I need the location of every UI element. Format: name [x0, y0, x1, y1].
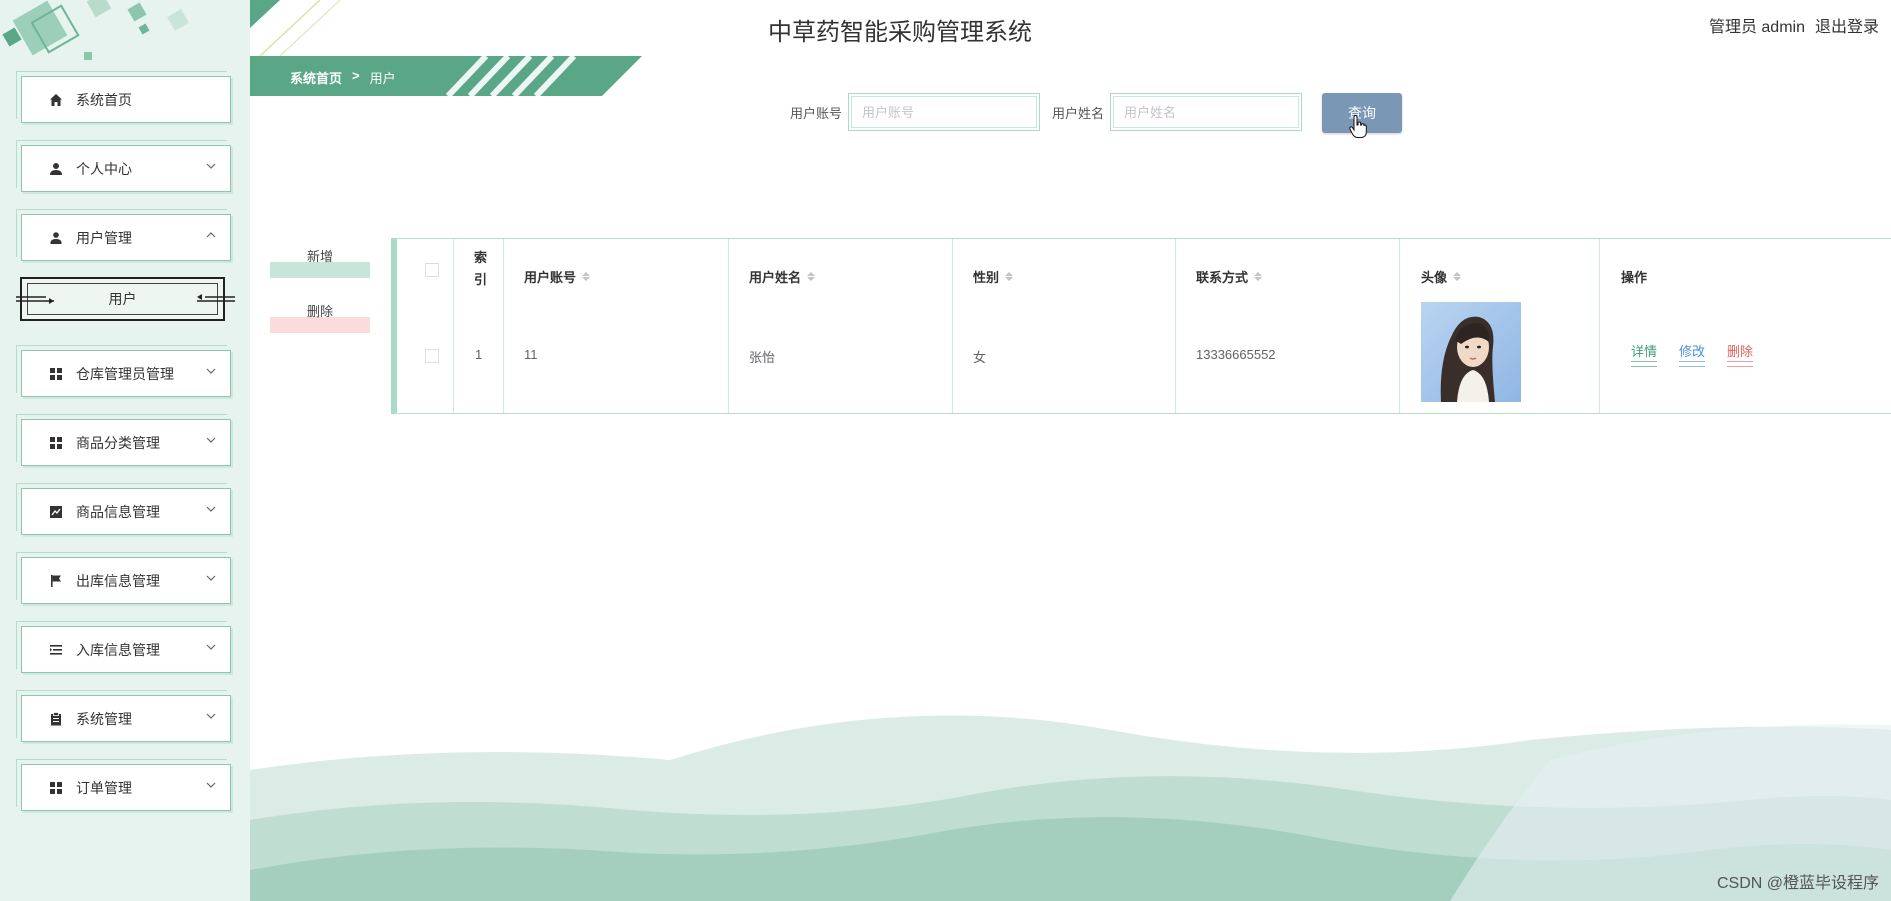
sidebar-item-label: 商品分类管理: [76, 434, 160, 451]
user-icon: [48, 230, 64, 246]
select-all-checkbox[interactable]: [425, 263, 439, 277]
row-checkbox[interactable]: [425, 349, 439, 363]
sidebar-item-system[interactable]: 系统管理: [16, 690, 231, 742]
col-ops: 操作 详情 修改 删除: [1600, 239, 1891, 413]
sidebar-item-label: 订单管理: [76, 779, 132, 796]
chevron-down-icon: [206, 163, 216, 169]
page-title: 中草药智能采购管理系统: [768, 19, 1032, 46]
col-name: 用户姓名 张怡: [729, 239, 953, 413]
chevron-down-icon: [206, 713, 216, 719]
grid-icon: [48, 780, 64, 796]
sidebar-item-outbound[interactable]: 出库信息管理: [16, 552, 231, 604]
admin-label: 管理员 admin: [1708, 19, 1805, 36]
breadcrumb-current: 用户: [369, 71, 396, 86]
cell-index: 1: [475, 347, 483, 362]
chart-icon: [48, 504, 64, 520]
sidebar-item-home[interactable]: 系统首页: [16, 71, 231, 123]
header-index: 索引: [474, 250, 488, 287]
sidebar-subitem-users[interactable]: 用户: [16, 277, 235, 321]
header-avatar[interactable]: 头像: [1421, 267, 1462, 286]
cell-phone: 13336665552: [1196, 347, 1276, 362]
home-icon: [48, 92, 64, 108]
grid-icon: [48, 366, 64, 382]
add-button[interactable]: 新增: [270, 248, 370, 278]
chevron-up-icon: [206, 232, 216, 238]
header-gender[interactable]: 性别: [973, 267, 1014, 286]
chevron-down-icon: [206, 575, 216, 581]
col-select: [397, 239, 454, 413]
sidebar-item-label: 出库信息管理: [76, 572, 160, 589]
delete-button-bar: [270, 317, 370, 333]
sort-icon[interactable]: [807, 272, 816, 281]
clipboard-icon: [48, 711, 64, 727]
sidebar-item-warehouse-admin[interactable]: 仓库管理员管理: [16, 345, 231, 397]
sidebar-item-label: 用户管理: [76, 229, 132, 246]
chevron-down-icon: [206, 782, 216, 788]
sort-icon[interactable]: [1005, 272, 1014, 281]
sidebar-item-category[interactable]: 商品分类管理: [16, 414, 231, 466]
account-input-frame: [848, 93, 1041, 131]
list-icon: [48, 642, 64, 658]
sidebar-item-label: 商品信息管理: [76, 503, 160, 520]
sidebar-item-product[interactable]: 商品信息管理: [16, 483, 231, 535]
add-button-bar: [270, 262, 370, 278]
person-icon: [48, 161, 64, 177]
col-index: 索引 1: [454, 239, 504, 413]
header-name[interactable]: 用户姓名: [749, 267, 816, 286]
sort-icon[interactable]: [1254, 272, 1263, 281]
detail-link[interactable]: 详情: [1631, 341, 1658, 367]
arrow-right-icon: [16, 296, 54, 304]
sidebar-item-label: 入库信息管理: [76, 641, 160, 658]
arrow-left-icon: [197, 294, 235, 302]
sort-icon[interactable]: [1453, 272, 1462, 281]
delete-button[interactable]: 删除: [270, 303, 370, 333]
sidebar: 系统首页 个人中心 用户管理 用户 仓库管理员管理 商品分类管理 商品信息管理 …: [0, 0, 250, 901]
chevron-down-icon: [206, 644, 216, 650]
chevron-down-icon: [206, 437, 216, 443]
user-area: 管理员 admin 退出登录: [1709, 13, 1879, 37]
cell-name: 张怡: [749, 350, 776, 365]
delete-button-label: 删除: [306, 304, 333, 319]
sidebar-item-users[interactable]: 用户管理: [16, 209, 231, 261]
sidebar-item-label: 仓库管理员管理: [76, 365, 174, 382]
breadcrumb: 系统首页 > 用户: [290, 68, 396, 87]
col-gender: 性别 女: [953, 239, 1176, 413]
user-avatar-image: [1421, 302, 1521, 402]
cell-gender: 女: [973, 350, 987, 365]
account-search-input[interactable]: [851, 96, 1038, 128]
sidebar-item-inbound[interactable]: 入库信息管理: [16, 621, 231, 673]
name-input-frame: [1110, 93, 1303, 131]
account-label: 用户账号: [790, 105, 843, 121]
header-account[interactable]: 用户账号: [524, 267, 591, 286]
hand-cursor-icon: [1349, 115, 1367, 138]
sidebar-item-profile[interactable]: 个人中心: [16, 140, 231, 192]
breadcrumb-home[interactable]: 系统首页: [290, 68, 342, 87]
chevron-down-icon: [206, 506, 216, 512]
flag-icon: [48, 573, 64, 589]
add-button-label: 新增: [306, 249, 333, 264]
logout-link[interactable]: 退出登录: [1815, 13, 1879, 37]
sort-icon[interactable]: [582, 272, 591, 281]
chevron-down-icon: [206, 368, 216, 374]
col-account: 用户账号 11: [504, 239, 729, 413]
delete-link[interactable]: 删除: [1727, 341, 1754, 367]
sidebar-item-orders[interactable]: 订单管理: [16, 759, 231, 811]
sidebar-item-label: 个人中心: [76, 160, 132, 177]
grid-icon: [48, 435, 64, 451]
col-phone: 联系方式 13336665552: [1176, 239, 1400, 413]
users-table: 索引 1 用户账号 11 用户姓名 张怡 性别 女 联系方式 133366655…: [391, 238, 1891, 414]
sidebar-item-label: 系统首页: [76, 91, 132, 108]
header-ops: 操作: [1621, 270, 1648, 285]
watermark: CSDN @橙蓝毕设程序: [1716, 875, 1879, 892]
header-phone[interactable]: 联系方式: [1196, 267, 1263, 286]
sidebar-subitem-label: 用户: [108, 291, 137, 307]
name-search-input[interactable]: [1113, 96, 1300, 128]
search-bar: 用户账号 用户姓名: [790, 93, 1314, 131]
edit-link[interactable]: 修改: [1679, 341, 1706, 367]
cell-account: 11: [524, 347, 538, 362]
wave-background: [250, 715, 1891, 901]
name-label: 用户姓名: [1052, 105, 1105, 121]
sidebar-item-label: 系统管理: [76, 710, 132, 727]
breadcrumb-separator: >: [352, 68, 360, 83]
